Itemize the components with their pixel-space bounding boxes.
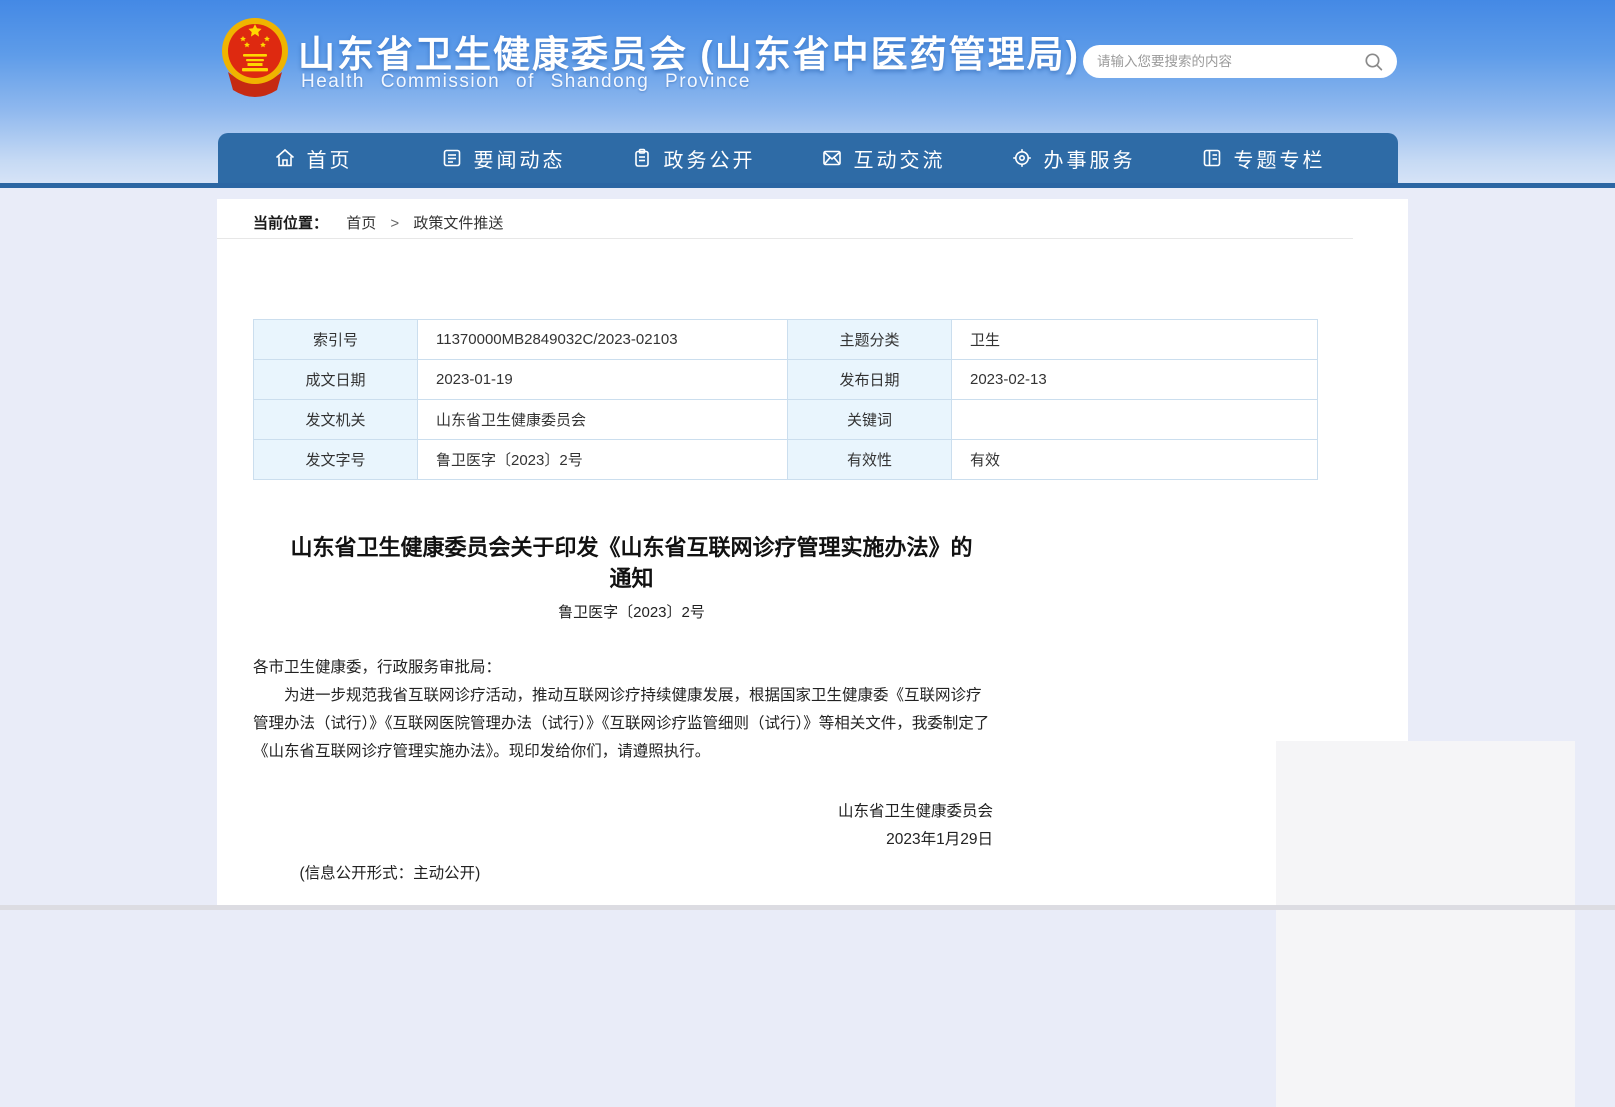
meta-value: 山东省卫生健康委员会 <box>418 400 788 440</box>
article-title-line1: 山东省卫生健康委员会关于印发《山东省互联网诊疗管理实施办法》的 <box>290 535 972 560</box>
document-number: 鲁卫医字〔2023〕2号 <box>253 601 1010 622</box>
breadcrumb-separator: > <box>390 215 399 232</box>
meta-label: 发布日期 <box>788 360 952 400</box>
nav-label: 首页 <box>307 144 353 173</box>
meta-value: 鲁卫医字〔2023〕2号 <box>418 440 788 480</box>
home-icon <box>274 147 296 169</box>
gov-open-icon <box>631 147 653 169</box>
breadcrumb-link-home[interactable]: 首页 <box>346 215 376 232</box>
site-title: 山东省卫生健康委员会 (山东省中医药管理局) <box>298 24 1080 78</box>
nav-item-news[interactable]: 要闻动态 <box>408 133 598 183</box>
table-row: 成文日期 2023-01-19 发布日期 2023-02-13 <box>254 360 1318 400</box>
breadcrumb: 当前位置： 首页 > 政策文件推送 <box>217 199 1353 239</box>
salutation: 各市卫生健康委，行政服务审批局： <box>253 654 993 682</box>
meta-value <box>952 400 1318 440</box>
meta-value: 2023-02-13 <box>952 360 1318 400</box>
search-input[interactable] <box>1097 54 1363 69</box>
nav-item-services[interactable]: 办事服务 <box>978 133 1168 183</box>
site-subtitle-english: Health Commission of Shandong Province <box>301 71 751 93</box>
news-icon <box>441 147 463 169</box>
meta-label: 索引号 <box>254 320 418 360</box>
article: 山东省卫生健康委员会关于印发《山东省互联网诊疗管理实施办法》的 通知 鲁卫医字〔… <box>253 532 1010 883</box>
footer-divider <box>0 905 1615 910</box>
nav-item-interaction[interactable]: 互动交流 <box>788 133 978 183</box>
search-box[interactable] <box>1083 45 1397 78</box>
interaction-icon <box>821 147 843 169</box>
article-title: 山东省卫生健康委员会关于印发《山东省互联网诊疗管理实施办法》的 通知 <box>253 532 1010 594</box>
breadcrumb-link-current[interactable]: 政策文件推送 <box>413 215 503 232</box>
nav-bottom-strip <box>0 183 1615 188</box>
china-national-emblem-icon <box>220 14 290 98</box>
signature-org: 山东省卫生健康委员会 <box>253 798 993 826</box>
nav-label: 办事服务 <box>1044 144 1136 173</box>
table-row: 索引号 11370000MB2849032C/2023-02103 主题分类 卫… <box>254 320 1318 360</box>
meta-label: 主题分类 <box>788 320 952 360</box>
main-nav: 首页 要闻动态 政务公开 互动交流 办事服务 专题专栏 <box>218 133 1398 183</box>
services-icon <box>1011 147 1033 169</box>
table-row: 发文机关 山东省卫生健康委员会 关键词 <box>254 400 1318 440</box>
breadcrumb-prefix: 当前位置： <box>253 215 328 232</box>
nav-item-special-columns[interactable]: 专题专栏 <box>1168 133 1358 183</box>
signature-block: 山东省卫生健康委员会 2023年1月29日 <box>253 798 993 854</box>
meta-value: 2023-01-19 <box>418 360 788 400</box>
meta-label: 发文机关 <box>254 400 418 440</box>
nav-label: 专题专栏 <box>1234 144 1326 173</box>
nav-item-home[interactable]: 首页 <box>218 133 408 183</box>
meta-label: 有效性 <box>788 440 952 480</box>
meta-label: 关键词 <box>788 400 952 440</box>
table-row: 发文字号 鲁卫医字〔2023〕2号 有效性 有效 <box>254 440 1318 480</box>
nav-label: 互动交流 <box>854 144 946 173</box>
meta-value: 11370000MB2849032C/2023-02103 <box>418 320 788 360</box>
meta-label: 成文日期 <box>254 360 418 400</box>
meta-value: 有效 <box>952 440 1318 480</box>
document-meta-table: 索引号 11370000MB2849032C/2023-02103 主题分类 卫… <box>253 319 1318 480</box>
body-paragraph: 为进一步规范我省互联网诊疗活动，推动互联网诊疗持续健康发展，根据国家卫生健康委《… <box>253 682 993 766</box>
article-title-line2: 通知 <box>609 566 653 591</box>
disclosure-note: (信息公开形式：主动公开) <box>253 861 993 883</box>
nav-label: 政务公开 <box>664 144 756 173</box>
content-card: 当前位置： 首页 > 政策文件推送 索引号 11370000MB2849032C… <box>217 199 1408 910</box>
search-icon[interactable] <box>1363 51 1385 73</box>
article-body: 各市卫生健康委，行政服务审批局： 为进一步规范我省互联网诊疗活动，推动互联网诊疗… <box>253 654 993 766</box>
side-panel-placeholder <box>1276 741 1575 1107</box>
signature-date: 2023年1月29日 <box>253 826 993 854</box>
nav-label: 要闻动态 <box>474 144 566 173</box>
meta-label: 发文字号 <box>254 440 418 480</box>
columns-icon <box>1201 147 1223 169</box>
nav-item-gov-open[interactable]: 政务公开 <box>598 133 788 183</box>
meta-value: 卫生 <box>952 320 1318 360</box>
